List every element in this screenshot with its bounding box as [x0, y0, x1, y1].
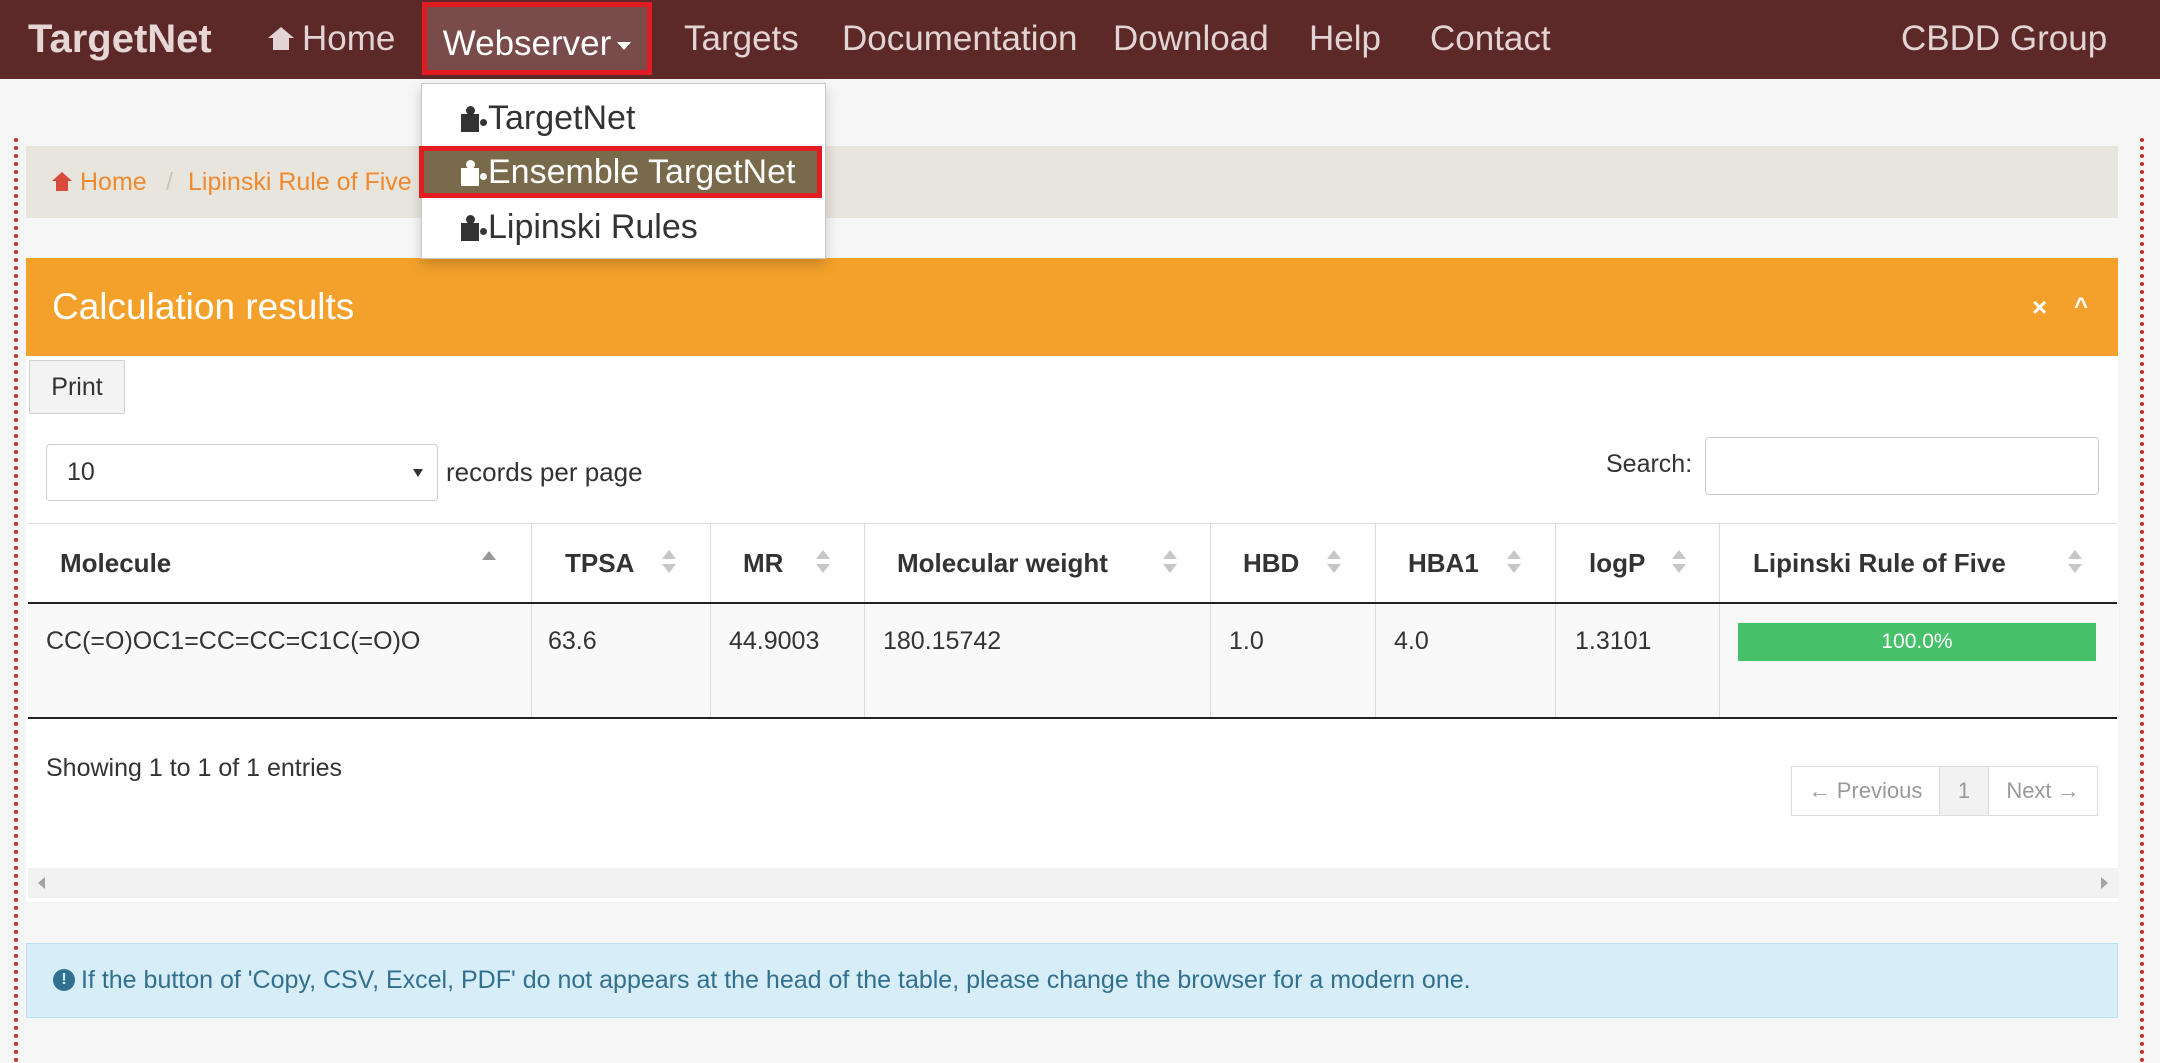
cell-hbd: 1.0	[1229, 627, 1264, 655]
menu-item-label: Ensemble TargetNet	[488, 153, 796, 191]
search-input[interactable]	[1705, 437, 2099, 495]
col-header-hbd[interactable]: HBD	[1243, 524, 1299, 602]
page-border-right	[2140, 138, 2144, 1063]
puzzle-icon	[458, 106, 484, 132]
col-header-tpsa[interactable]: TPSA	[565, 524, 634, 602]
close-icon[interactable]: ×	[2032, 258, 2047, 356]
horizontal-scrollbar[interactable]	[28, 868, 2118, 898]
cell-tpsa: 63.6	[548, 627, 597, 655]
sort-icon[interactable]	[1162, 550, 1178, 576]
puzzle-icon	[458, 215, 484, 241]
nav-help[interactable]: Help	[1309, 0, 1381, 79]
nav-cbdd-group[interactable]: CBDD Group	[1901, 0, 2107, 79]
records-per-page-select[interactable]: 10	[46, 444, 438, 501]
column-divider	[710, 524, 711, 717]
cell-mr: 44.9003	[729, 627, 820, 655]
col-header-molecular-weight[interactable]: Molecular weight	[897, 524, 1108, 602]
breadcrumb-home[interactable]: Home	[52, 146, 147, 218]
alert-text: If the button of 'Copy, CSV, Excel, PDF'…	[81, 966, 1471, 994]
table-info: Showing 1 to 1 of 1 entries	[46, 754, 343, 782]
home-icon	[268, 27, 294, 51]
cell-molecular-weight: 180.15742	[883, 627, 1002, 655]
col-header-mr[interactable]: MR	[743, 524, 783, 602]
nav-webserver-label: Webserver	[442, 24, 612, 63]
info-alert: ! If the button of 'Copy, CSV, Excel, PD…	[26, 943, 2118, 1018]
nav-contact[interactable]: Contact	[1430, 0, 1551, 79]
column-divider	[1210, 524, 1211, 717]
sort-icon[interactable]	[1671, 550, 1687, 576]
panel-title: Calculation results	[52, 286, 355, 327]
scroll-left-arrow-icon[interactable]	[38, 877, 45, 889]
scroll-right-arrow-icon[interactable]	[2101, 877, 2108, 889]
col-header-hba1[interactable]: HBA1	[1408, 524, 1479, 602]
sort-icon[interactable]	[2067, 550, 2083, 576]
brand-logo[interactable]: TargetNet	[28, 0, 212, 79]
menu-item-label: Lipinski Rules	[488, 208, 698, 246]
col-header-molecule[interactable]: Molecule	[60, 524, 171, 602]
info-icon: !	[53, 969, 75, 991]
column-divider	[531, 524, 532, 717]
column-divider	[1555, 524, 1556, 717]
table-bottom-border	[28, 717, 2117, 719]
breadcrumb: Home / Lipinski Rule of Five	[26, 146, 2118, 218]
menu-item-lipinski-rules[interactable]: Lipinski Rules	[422, 201, 825, 253]
panel-header: Calculation results × ^	[26, 258, 2118, 356]
column-divider	[1375, 524, 1376, 717]
page-border-left	[14, 138, 18, 1063]
menu-item-targetnet[interactable]: TargetNet	[422, 92, 825, 144]
col-header-logp[interactable]: logP	[1589, 524, 1645, 602]
navbar: TargetNet Home Webserver Targets Documen…	[0, 0, 2160, 79]
sort-icon[interactable]	[1506, 550, 1522, 576]
sort-icon[interactable]	[1326, 550, 1342, 576]
nav-download[interactable]: Download	[1113, 0, 1269, 79]
home-icon	[52, 172, 72, 191]
breadcrumb-current[interactable]: Lipinski Rule of Five	[188, 146, 412, 218]
column-divider	[864, 524, 865, 717]
nav-webserver-dropdown[interactable]: Webserver	[422, 2, 652, 75]
sort-icon[interactable]	[815, 550, 831, 576]
next-page-button[interactable]: Next →	[1988, 766, 2098, 816]
chevron-up-icon[interactable]: ^	[2074, 258, 2088, 356]
nav-home[interactable]: Home	[268, 0, 395, 79]
sort-asc-icon[interactable]	[481, 551, 497, 561]
cell-molecule: CC(=O)OC1=CC=CC=C1C(=O)O	[46, 627, 421, 655]
lipinski-progress-bar: 100.0%	[1738, 623, 2096, 661]
cell-hba1: 4.0	[1394, 627, 1429, 655]
sort-icon[interactable]	[661, 550, 677, 576]
search-label: Search:	[1606, 450, 1693, 478]
menu-item-label: TargetNet	[488, 99, 636, 137]
nav-targets[interactable]: Targets	[684, 0, 799, 79]
progress-label: 100.0%	[1881, 630, 1953, 653]
breadcrumb-separator: /	[166, 168, 173, 196]
cell-logp: 1.3101	[1575, 627, 1652, 655]
breadcrumb-home-label: Home	[80, 168, 147, 196]
caret-down-icon	[617, 41, 632, 50]
select-arrow-icon	[413, 469, 423, 477]
previous-page-button[interactable]: ← Previous	[1791, 766, 1940, 816]
menu-item-ensemble-targetnet[interactable]: Ensemble TargetNet	[419, 146, 822, 198]
nav-home-label: Home	[302, 19, 396, 58]
col-header-lipinski[interactable]: Lipinski Rule of Five	[1753, 524, 2006, 602]
webserver-dropdown-menu: TargetNet Ensemble TargetNet Lipinski Ru…	[419, 83, 826, 259]
records-per-page-value: 10	[67, 458, 95, 486]
column-divider	[1719, 524, 1720, 717]
records-per-page-label: records per page	[446, 457, 643, 487]
page-1-button[interactable]: 1	[1939, 766, 1989, 816]
print-button[interactable]: Print	[29, 360, 125, 414]
nav-documentation[interactable]: Documentation	[842, 0, 1077, 79]
puzzle-icon	[458, 160, 484, 186]
